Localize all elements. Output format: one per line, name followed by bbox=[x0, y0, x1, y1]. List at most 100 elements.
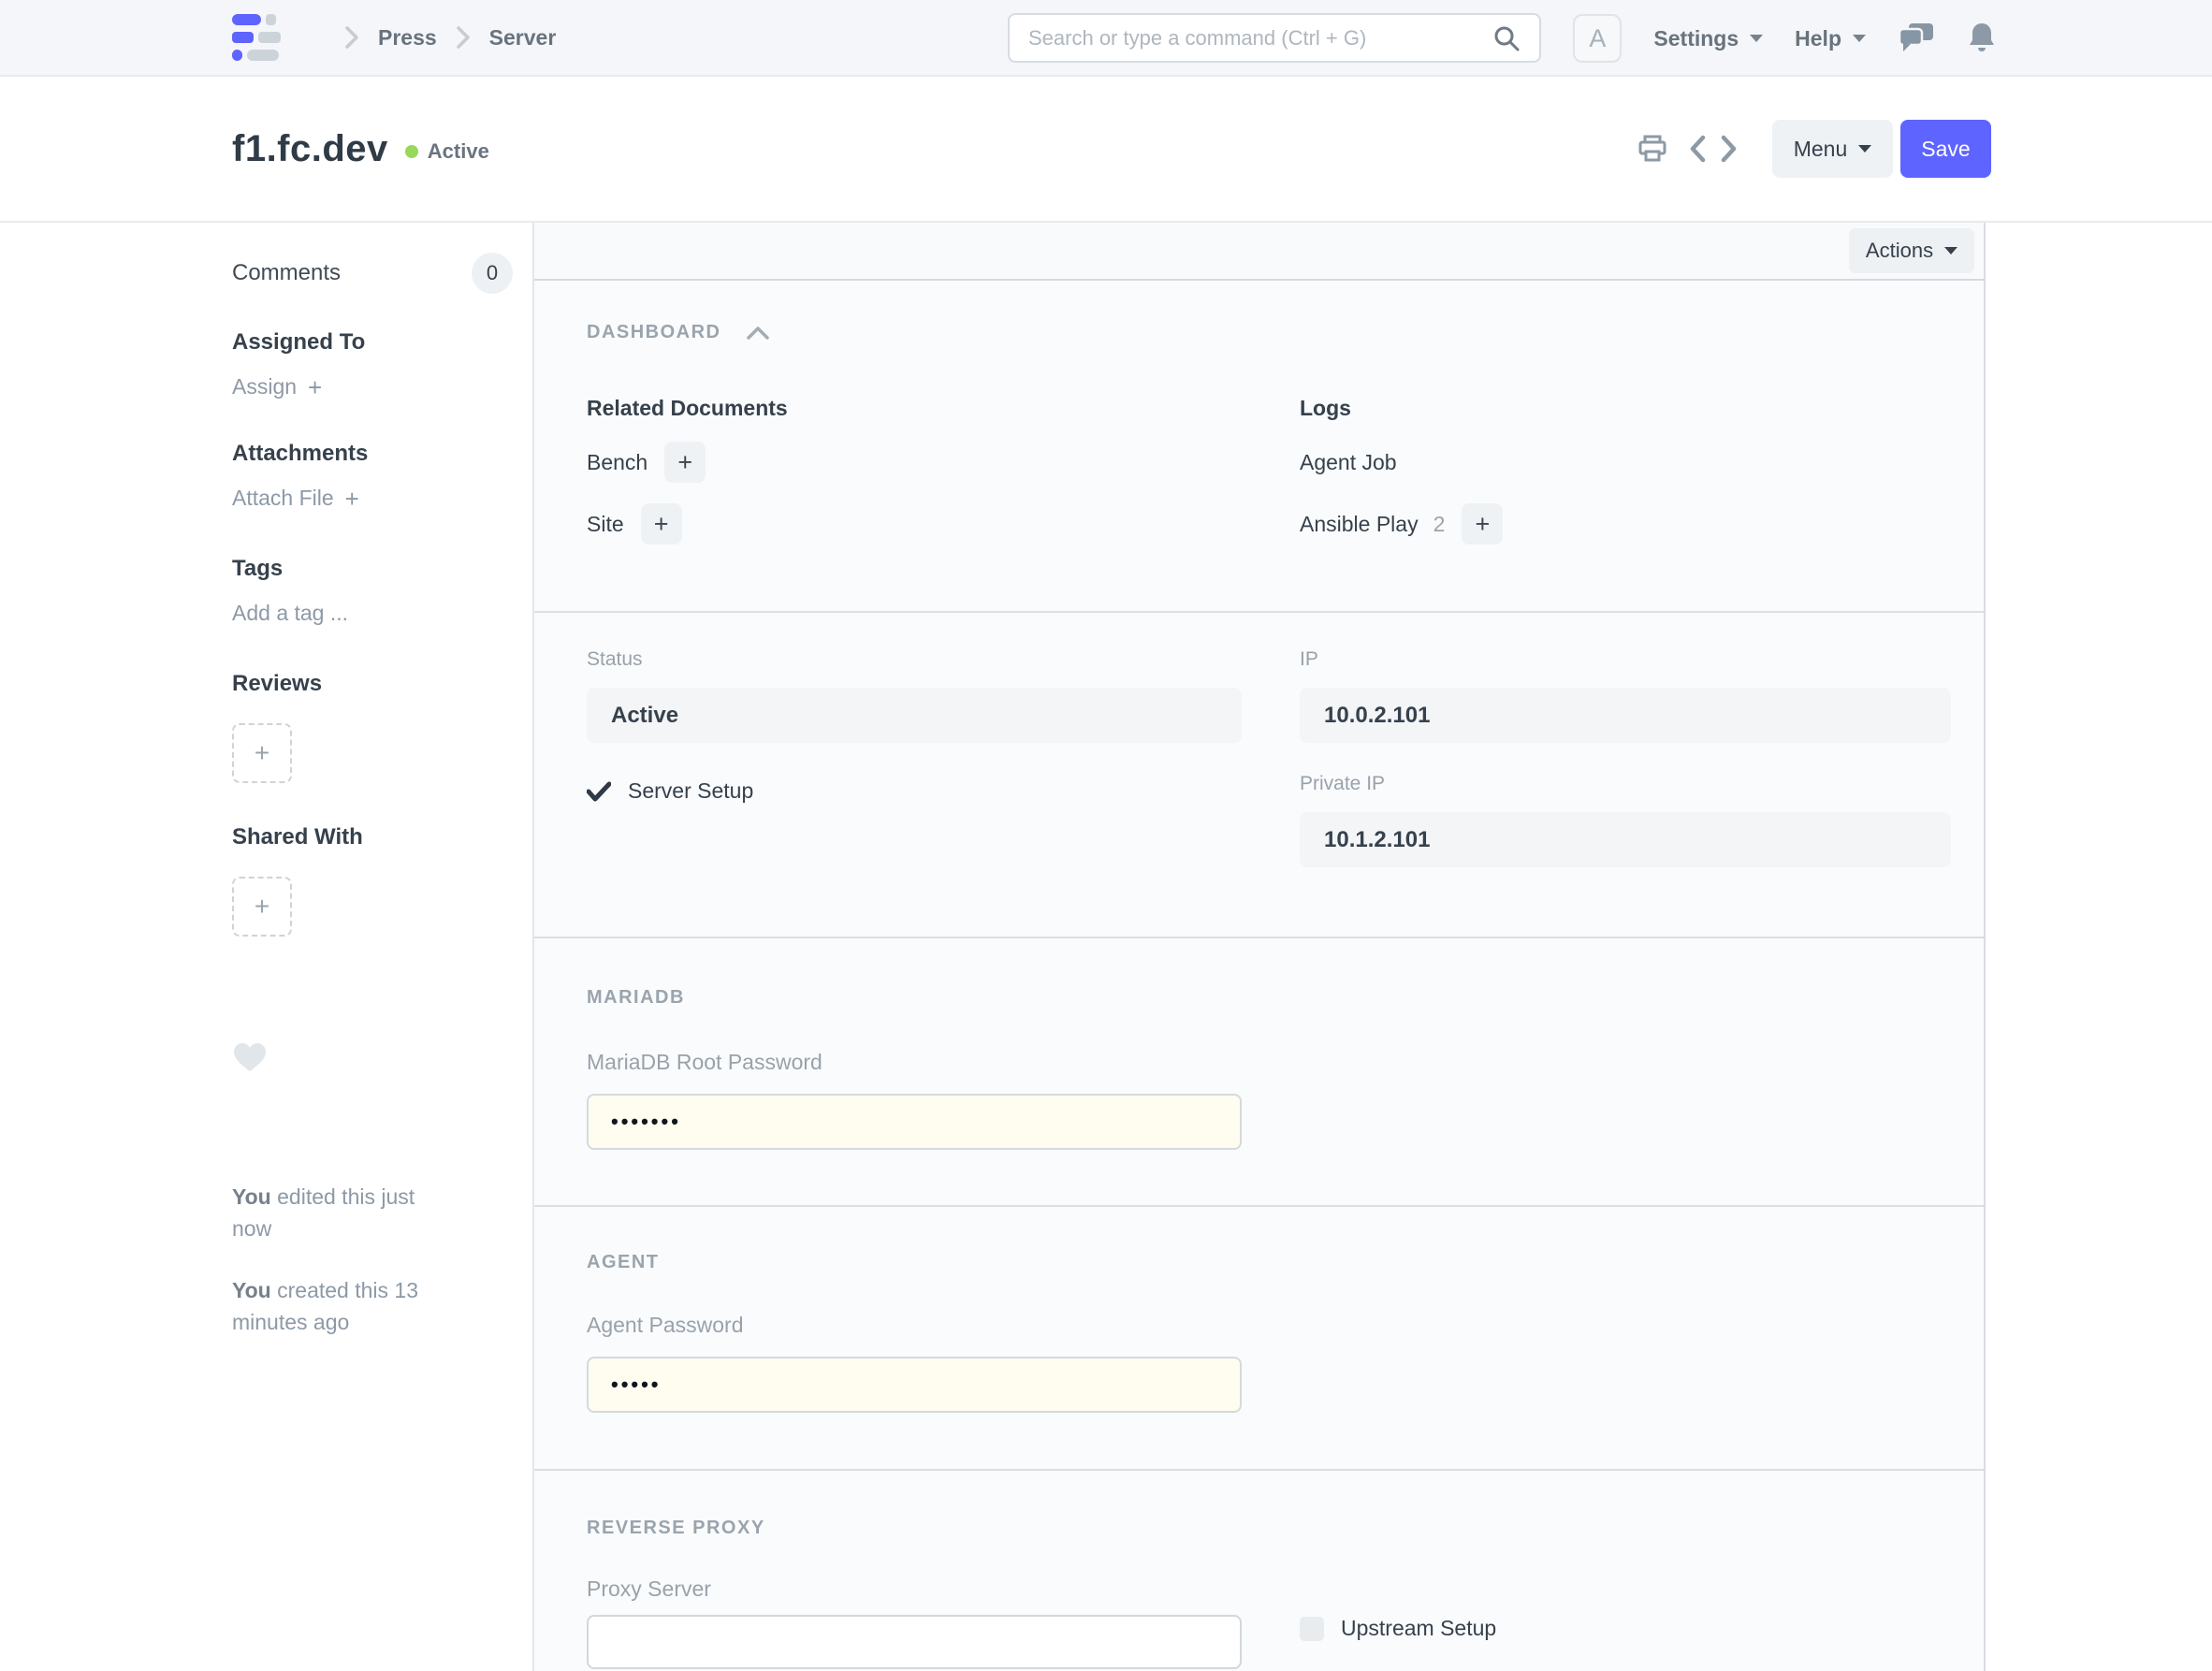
plus-icon: + bbox=[308, 375, 322, 400]
mariadb-section-heading: MARIADB bbox=[587, 987, 685, 1009]
logs-heading: Logs bbox=[1300, 396, 1951, 421]
breadcrumb-item-press[interactable]: Press bbox=[378, 25, 437, 51]
comments-row[interactable]: Comments 0 bbox=[232, 253, 513, 294]
status-indicator-label: Active bbox=[428, 139, 489, 164]
collapse-section-icon[interactable] bbox=[746, 326, 770, 341]
ip-field-value: 10.0.2.101 bbox=[1300, 688, 1951, 743]
help-label: Help bbox=[1795, 26, 1841, 51]
actions-button[interactable]: Actions bbox=[1849, 228, 1974, 273]
proxy-server-label: Proxy Server bbox=[587, 1577, 1242, 1602]
chevron-down-icon bbox=[1858, 145, 1871, 153]
logs-column: Logs Agent Job Ansible Play 2 + bbox=[1300, 396, 1951, 545]
bench-link[interactable]: Bench bbox=[587, 450, 648, 475]
upstream-setup-label: Upstream Setup bbox=[1341, 1616, 1496, 1641]
page-head: f1.fc.dev Active Menu Save bbox=[0, 77, 2212, 223]
add-tag-input[interactable]: Add a tag ... bbox=[232, 601, 504, 626]
actions-button-label: Actions bbox=[1866, 239, 1933, 263]
comments-label: Comments bbox=[232, 260, 341, 286]
mariadb-root-password-input[interactable]: ••••••• bbox=[587, 1094, 1242, 1150]
section-dashboard: DASHBOARD Related Documents Bench + Site… bbox=[534, 281, 1984, 613]
created-note: You created this 13 minutes ago bbox=[232, 1274, 433, 1338]
dashboard-section-heading: DASHBOARD bbox=[587, 322, 721, 343]
settings-label: Settings bbox=[1653, 26, 1739, 51]
notifications-bell-icon[interactable] bbox=[1967, 22, 1997, 55]
add-bench-button[interactable]: + bbox=[664, 442, 706, 483]
navbar: Press Server A Settings Help bbox=[0, 0, 2212, 77]
breadcrumb-item-server[interactable]: Server bbox=[489, 25, 557, 51]
section-status: Status Active Server Setup IP 10.0.2.101… bbox=[534, 613, 1984, 938]
ansible-play-count: 2 bbox=[1433, 512, 1446, 537]
chat-icon[interactable] bbox=[1898, 22, 1935, 55]
agent-section-heading: AGENT bbox=[587, 1252, 660, 1273]
add-tag-placeholder: Add a tag ... bbox=[232, 601, 348, 626]
related-documents-column: Related Documents Bench + Site + bbox=[587, 396, 1242, 545]
log-row-agent-job: Agent Job bbox=[1300, 442, 1951, 483]
assign-label: Assign bbox=[232, 374, 297, 400]
tags-heading: Tags bbox=[232, 556, 504, 582]
user-avatar[interactable]: A bbox=[1573, 14, 1622, 63]
reviews-heading: Reviews bbox=[232, 671, 504, 697]
save-button[interactable]: Save bbox=[1900, 120, 1991, 178]
related-doc-row-site: Site + bbox=[587, 503, 1242, 545]
app-logo-icon[interactable] bbox=[232, 14, 292, 61]
plus-icon: + bbox=[345, 487, 359, 511]
private-ip-field-label: Private IP bbox=[1300, 773, 1951, 795]
ip-column: IP 10.0.2.101 Private IP 10.1.2.101 bbox=[1300, 648, 1951, 867]
upstream-column: Upstream Setup bbox=[1300, 1577, 1951, 1669]
agent-password-label: Agent Password bbox=[587, 1313, 1929, 1338]
shared-with-heading: Shared With bbox=[232, 824, 504, 850]
server-setup-label: Server Setup bbox=[628, 778, 753, 804]
status-column: Status Active Server Setup bbox=[587, 648, 1242, 867]
assigned-to-heading: Assigned To bbox=[232, 329, 504, 356]
attachments-heading: Attachments bbox=[232, 441, 504, 467]
assign-button[interactable]: Assign + bbox=[232, 374, 504, 400]
attach-file-button[interactable]: Attach File + bbox=[232, 486, 504, 511]
agent-password-input[interactable]: ••••• bbox=[587, 1357, 1242, 1413]
checkbox-unchecked-icon[interactable] bbox=[1300, 1617, 1324, 1641]
like-heart-icon[interactable] bbox=[232, 1041, 504, 1078]
agent-job-link[interactable]: Agent Job bbox=[1300, 450, 1397, 475]
section-agent: AGENT Agent Password ••••• bbox=[534, 1207, 1984, 1471]
log-row-ansible-play: Ansible Play 2 + bbox=[1300, 503, 1951, 545]
related-doc-row-bench: Bench + bbox=[587, 442, 1242, 483]
edited-by: You bbox=[232, 1184, 271, 1209]
settings-menu[interactable]: Settings bbox=[1653, 26, 1763, 51]
add-review-button[interactable]: + bbox=[232, 723, 292, 783]
site-link[interactable]: Site bbox=[587, 512, 624, 537]
reverse-proxy-section-heading: REVERSE PROXY bbox=[587, 1518, 765, 1539]
global-search bbox=[1008, 13, 1541, 63]
menu-button[interactable]: Menu bbox=[1772, 120, 1893, 178]
created-by: You bbox=[232, 1278, 271, 1302]
page-title: f1.fc.dev bbox=[232, 128, 388, 170]
attach-file-label: Attach File bbox=[232, 486, 334, 511]
plus-icon: + bbox=[255, 892, 269, 922]
add-site-button[interactable]: + bbox=[641, 503, 682, 545]
add-ansible-play-button[interactable]: + bbox=[1462, 503, 1503, 545]
mariadb-root-password-label: MariaDB Root Password bbox=[587, 1050, 1929, 1075]
proxy-server-input[interactable] bbox=[587, 1615, 1242, 1669]
status-field-label: Status bbox=[587, 648, 1242, 671]
form-sidebar: Comments 0 Assigned To Assign + Attachme… bbox=[0, 223, 534, 1671]
chevron-down-icon bbox=[1853, 35, 1866, 42]
status-field-value: Active bbox=[587, 688, 1242, 743]
menu-button-label: Menu bbox=[1794, 137, 1848, 162]
form-body: Actions DASHBOARD Related Documents Benc… bbox=[534, 223, 1986, 1671]
edited-note: You edited this just now bbox=[232, 1181, 433, 1244]
prev-document-icon[interactable] bbox=[1688, 134, 1707, 164]
add-share-button[interactable]: + bbox=[232, 877, 292, 937]
next-document-icon[interactable] bbox=[1720, 134, 1739, 164]
breadcrumb: Press Server bbox=[378, 25, 556, 51]
search-icon bbox=[1492, 24, 1521, 52]
comments-count-badge: 0 bbox=[472, 253, 513, 294]
breadcrumb-chevron-icon bbox=[456, 25, 471, 50]
search-input[interactable] bbox=[1028, 26, 1492, 51]
proxy-server-column: Proxy Server bbox=[587, 1577, 1242, 1669]
checkbox-checked-icon[interactable] bbox=[587, 781, 611, 802]
print-icon[interactable] bbox=[1637, 135, 1667, 163]
help-menu[interactable]: Help bbox=[1795, 26, 1866, 51]
status-indicator: Active bbox=[405, 139, 489, 164]
related-documents-heading: Related Documents bbox=[587, 396, 1242, 421]
ansible-play-link[interactable]: Ansible Play bbox=[1300, 512, 1419, 537]
section-mariadb: MARIADB MariaDB Root Password ••••••• bbox=[534, 938, 1984, 1207]
status-dot-icon bbox=[405, 145, 418, 158]
